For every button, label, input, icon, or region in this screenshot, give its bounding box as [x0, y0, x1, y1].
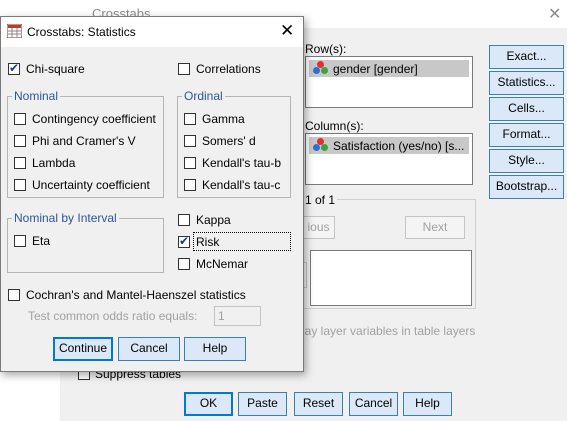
display-layer-label: lay layer variables in table layers	[302, 324, 476, 338]
rows-label: Row(s):	[305, 42, 347, 56]
continue-button[interactable]: Continue	[53, 337, 113, 361]
phi-cramers-v-checkbox[interactable]	[14, 135, 26, 147]
ok-button[interactable]: OK	[184, 392, 233, 416]
cells-button[interactable]: Cells...	[489, 97, 564, 121]
kappa-label: Kappa	[196, 213, 231, 227]
nominal-group-title: Nominal	[12, 89, 61, 103]
dialog-title-bar: Crosstabs: Statistics ✕	[1, 17, 303, 47]
kendalls-tau-b-checkbox[interactable]	[184, 157, 196, 169]
eta-label: Eta	[32, 234, 51, 248]
layer-label: 1 of 1	[303, 193, 338, 207]
odds-ratio-input[interactable]	[214, 306, 261, 326]
nominal-by-interval-title: Nominal by Interval	[12, 211, 119, 225]
nominal-variable-icon	[313, 61, 329, 75]
somers-d-checkbox[interactable]	[184, 135, 196, 147]
nominal-variable-icon	[313, 138, 329, 152]
kendalls-tau-b-label: Kendall's tau-b	[202, 156, 282, 170]
kappa-checkbox[interactable]	[178, 214, 190, 226]
eta-checkbox[interactable]	[14, 235, 26, 247]
mcnemar-checkbox[interactable]	[178, 258, 190, 270]
somers-d-label: Somers' d	[202, 134, 256, 148]
risk-label: Risk	[196, 235, 220, 249]
spss-app-icon	[6, 23, 23, 39]
odds-ratio-label: Test common odds ratio equals:	[28, 309, 198, 323]
phi-cramers-v-label: Phi and Cramer's V	[32, 134, 136, 148]
statistics-button[interactable]: Statistics...	[489, 71, 564, 95]
columns-list-item[interactable]: Satisfaction (yes/no) [s...	[309, 137, 469, 154]
correlations-checkbox[interactable]	[178, 63, 190, 75]
exact-button[interactable]: Exact...	[489, 45, 564, 69]
gamma-checkbox[interactable]	[184, 113, 196, 125]
layer-list[interactable]	[310, 250, 472, 306]
contingency-coefficient-label: Contingency coefficient	[32, 112, 156, 126]
uncertainty-coefficient-checkbox[interactable]	[14, 179, 26, 191]
reset-button[interactable]: Reset	[294, 392, 343, 416]
columns-list[interactable]: Satisfaction (yes/no) [s...	[305, 133, 473, 185]
cancel-button[interactable]: Cancel	[349, 392, 398, 416]
dialog-cancel-button[interactable]: Cancel	[118, 337, 180, 361]
uncertainty-coefficient-label: Uncertainty coefficient	[32, 178, 150, 192]
chi-square-label: Chi-square	[26, 62, 85, 76]
dialog-help-button[interactable]: Help	[184, 337, 246, 361]
dialog-title: Crosstabs: Statistics	[27, 25, 136, 39]
kendalls-tau-c-label: Kendall's tau-c	[202, 178, 281, 192]
bootstrap-button[interactable]: Bootstrap...	[489, 175, 564, 199]
paste-button[interactable]: Paste	[238, 392, 287, 416]
columns-label: Column(s):	[305, 119, 364, 133]
contingency-coefficient-checkbox[interactable]	[14, 113, 26, 125]
lambda-label: Lambda	[32, 156, 76, 170]
mcnemar-label: McNemar	[196, 257, 249, 271]
statistics-dialog: Crosstabs: Statistics ✕ Chi-square Corre…	[0, 16, 304, 372]
rows-list-item[interactable]: gender [gender]	[309, 60, 469, 77]
style-button[interactable]: Style...	[489, 149, 564, 173]
kendalls-tau-c-checkbox[interactable]	[184, 179, 196, 191]
crosstabs-close-icon[interactable]: ✕	[548, 4, 561, 24]
cmh-label: Cochran's and Mantel-Haenszel statistics	[26, 288, 246, 302]
cmh-checkbox[interactable]	[8, 289, 20, 301]
gamma-label: Gamma	[202, 112, 245, 126]
close-icon[interactable]: ✕	[280, 21, 294, 41]
risk-checkbox[interactable]	[178, 234, 190, 248]
chi-square-checkbox[interactable]	[8, 61, 20, 75]
help-button[interactable]: Help	[403, 392, 452, 416]
next-layer-button[interactable]: Next	[405, 216, 465, 239]
ordinal-group-title: Ordinal	[182, 89, 225, 103]
format-button[interactable]: Format...	[489, 123, 564, 147]
nominal-by-interval-group	[7, 218, 164, 273]
previous-layer-button[interactable]: ious	[302, 216, 335, 239]
correlations-label: Correlations	[196, 62, 261, 76]
rows-list[interactable]: gender [gender]	[305, 56, 473, 108]
lambda-checkbox[interactable]	[14, 157, 26, 169]
